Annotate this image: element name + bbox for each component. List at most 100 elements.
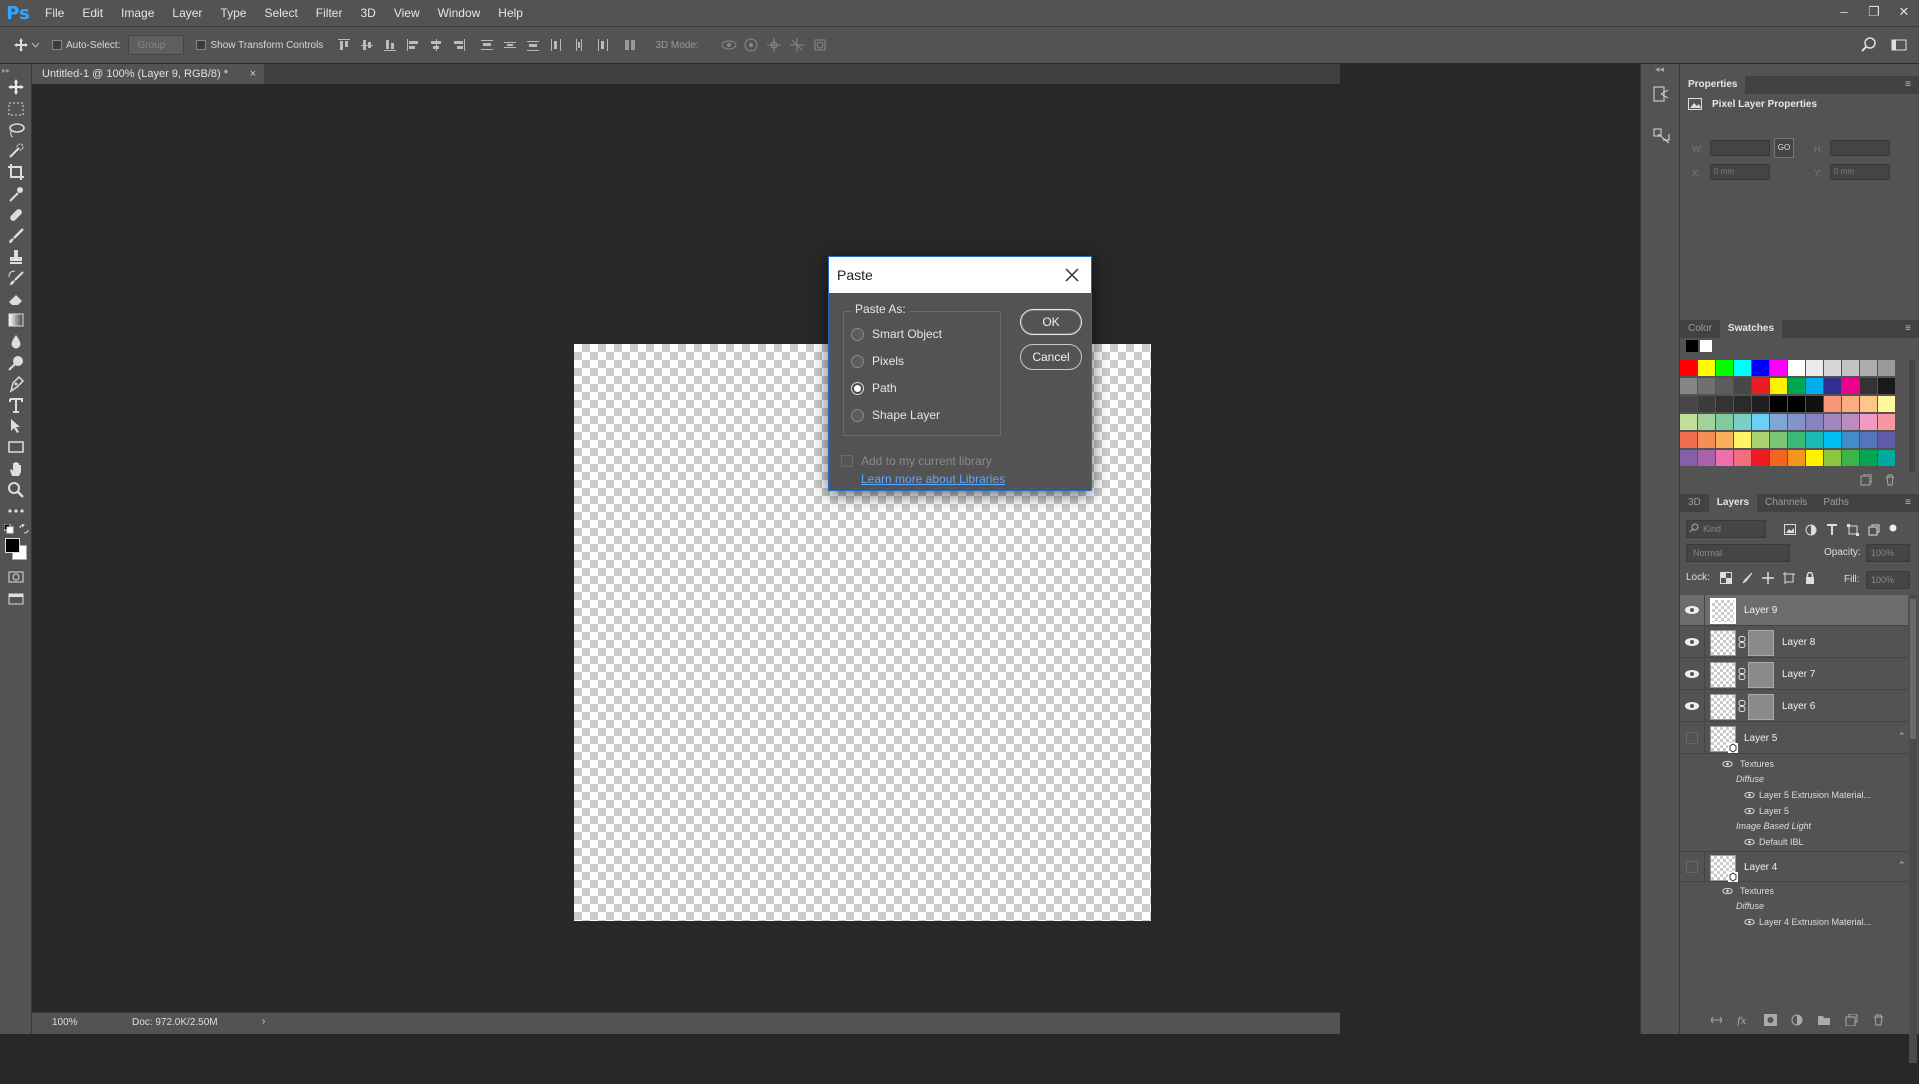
library-checkbox-box[interactable]: [841, 455, 853, 467]
color-swatch[interactable]: [1734, 360, 1752, 377]
layer-row-9[interactable]: Layer 9: [1680, 595, 1908, 626]
align-vcenter-icon[interactable]: [360, 38, 374, 52]
width-input[interactable]: [1710, 140, 1770, 156]
lasso-tool[interactable]: [7, 121, 25, 139]
eye-outline-icon[interactable]: [1744, 791, 1755, 799]
color-swatch[interactable]: [1680, 432, 1698, 449]
distribute-bottom-icon[interactable]: [526, 38, 540, 52]
color-swatch[interactable]: [1680, 360, 1698, 377]
color-swatch[interactable]: [1806, 432, 1824, 449]
crop-tool[interactable]: [7, 163, 25, 181]
align-top-icon[interactable]: [337, 38, 351, 52]
status-menu-arrow[interactable]: ›: [262, 1016, 265, 1027]
textures-row[interactable]: Textures: [1680, 757, 1908, 773]
color-swatch[interactable]: [1734, 378, 1752, 395]
rectangle-tool[interactable]: [7, 438, 25, 456]
color-swatch[interactable]: [1734, 450, 1752, 467]
layer-row-8[interactable]: Layer 8: [1680, 627, 1908, 658]
color-swatch[interactable]: [1770, 414, 1788, 431]
color-swatch[interactable]: [1698, 396, 1716, 413]
tab-paths[interactable]: Paths: [1815, 494, 1857, 512]
color-swatch[interactable]: [1824, 432, 1842, 449]
menu-filter[interactable]: Filter: [307, 0, 352, 26]
color-swatch[interactable]: [1716, 414, 1734, 431]
adjustment-layer-icon[interactable]: [1791, 1014, 1804, 1026]
color-swatch[interactable]: [1824, 414, 1842, 431]
menu-type[interactable]: Type: [211, 0, 255, 26]
distribute-hcenter-icon[interactable]: [572, 38, 586, 52]
layer-row-6[interactable]: Layer 6: [1680, 691, 1908, 722]
color-swatch[interactable]: [1806, 360, 1824, 377]
align-left-icon[interactable]: [406, 38, 420, 52]
color-swatch[interactable]: [1698, 378, 1716, 395]
color-swatch[interactable]: [1752, 360, 1770, 377]
menu-view[interactable]: View: [385, 0, 429, 26]
x-input[interactable]: 0 mm: [1710, 164, 1770, 180]
search-icon[interactable]: [1861, 37, 1877, 53]
fx-icon[interactable]: fx: [1737, 1014, 1750, 1026]
color-swatch[interactable]: [1788, 414, 1806, 431]
color-swatch[interactable]: [1716, 360, 1734, 377]
color-swatch[interactable]: [1734, 396, 1752, 413]
color-swatch[interactable]: [1878, 450, 1896, 467]
history-panel-icon[interactable]: [1653, 86, 1669, 102]
color-swatch[interactable]: [1770, 450, 1788, 467]
color-swatch[interactable]: [1824, 360, 1842, 377]
color-swatch[interactable]: [1860, 450, 1878, 467]
cancel-button[interactable]: Cancel: [1020, 344, 1082, 370]
color-swatch[interactable]: [1824, 378, 1842, 395]
new-group-icon[interactable]: [1818, 1014, 1831, 1026]
filter-shape-icon[interactable]: [1847, 524, 1859, 536]
radio-smart-object[interactable]: Smart Object: [851, 325, 942, 343]
delete-layer-icon[interactable]: [1872, 1014, 1885, 1026]
learn-more-libraries-link[interactable]: Learn more about Libraries: [861, 472, 1005, 486]
eye-icon[interactable]: [1684, 635, 1700, 649]
filter-type-icon[interactable]: [1826, 524, 1838, 536]
color-swatch[interactable]: [1842, 396, 1860, 413]
color-swatch[interactable]: [1716, 378, 1734, 395]
material-row[interactable]: Layer 5 Extrusion Material...: [1680, 788, 1908, 804]
radio-pixels[interactable]: Pixels: [851, 352, 904, 370]
color-swatch[interactable]: [1680, 450, 1698, 467]
color-swatch[interactable]: [1878, 378, 1896, 395]
color-swatch[interactable]: [1878, 360, 1896, 377]
color-swatch[interactable]: [1788, 450, 1806, 467]
color-swatch[interactable]: [1806, 450, 1824, 467]
canvas-area[interactable]: [32, 84, 1340, 1012]
eye-outline-icon[interactable]: [1744, 918, 1755, 926]
layer-thumbnail[interactable]: [1710, 694, 1736, 720]
color-swatch[interactable]: [1788, 378, 1806, 395]
type-tool[interactable]: [7, 396, 25, 414]
quick-mask-button[interactable]: [7, 568, 25, 586]
eye-outline-icon[interactable]: [1744, 838, 1755, 846]
radio-button[interactable]: [851, 408, 864, 422]
zoom-level[interactable]: 100%: [52, 1017, 78, 1028]
color-swatch[interactable]: [1752, 450, 1770, 467]
swatches-menu-icon[interactable]: ≡: [1905, 320, 1919, 338]
layers-menu-icon[interactable]: ≡: [1905, 494, 1919, 512]
lock-transparent-icon[interactable]: [1720, 572, 1732, 584]
eye-outline-icon[interactable]: [1722, 760, 1733, 768]
minimize-button[interactable]: –: [1829, 0, 1859, 26]
color-swatch[interactable]: [1698, 414, 1716, 431]
color-swatch[interactable]: [1716, 432, 1734, 449]
height-input[interactable]: [1830, 140, 1890, 156]
layer-name[interactable]: Layer 4: [1744, 862, 1777, 873]
visibility-box-empty[interactable]: [1686, 732, 1698, 744]
menu-edit[interactable]: Edit: [73, 0, 112, 26]
color-swatch[interactable]: [1788, 360, 1806, 377]
visibility-box-empty[interactable]: [1686, 861, 1698, 873]
color-swatch[interactable]: [1698, 450, 1716, 467]
path-select-tool[interactable]: [7, 417, 25, 435]
move-tool[interactable]: [7, 78, 25, 96]
radio-shape-layer[interactable]: Shape Layer: [851, 406, 940, 424]
drag-3d-icon[interactable]: [766, 38, 781, 52]
filter-pixel-icon[interactable]: [1784, 524, 1796, 535]
color-swatch[interactable]: [1878, 432, 1896, 449]
distribute-vcenter-icon[interactable]: [503, 38, 517, 52]
add-to-library-checkbox[interactable]: Add to my current library: [841, 454, 992, 468]
color-swatch[interactable]: [1806, 378, 1824, 395]
eye-icon[interactable]: [1684, 699, 1700, 713]
document-tab[interactable]: Untitled-1 @ 100% (Layer 9, RGB/8) * ×: [32, 64, 264, 84]
color-swatch[interactable]: [1824, 450, 1842, 467]
